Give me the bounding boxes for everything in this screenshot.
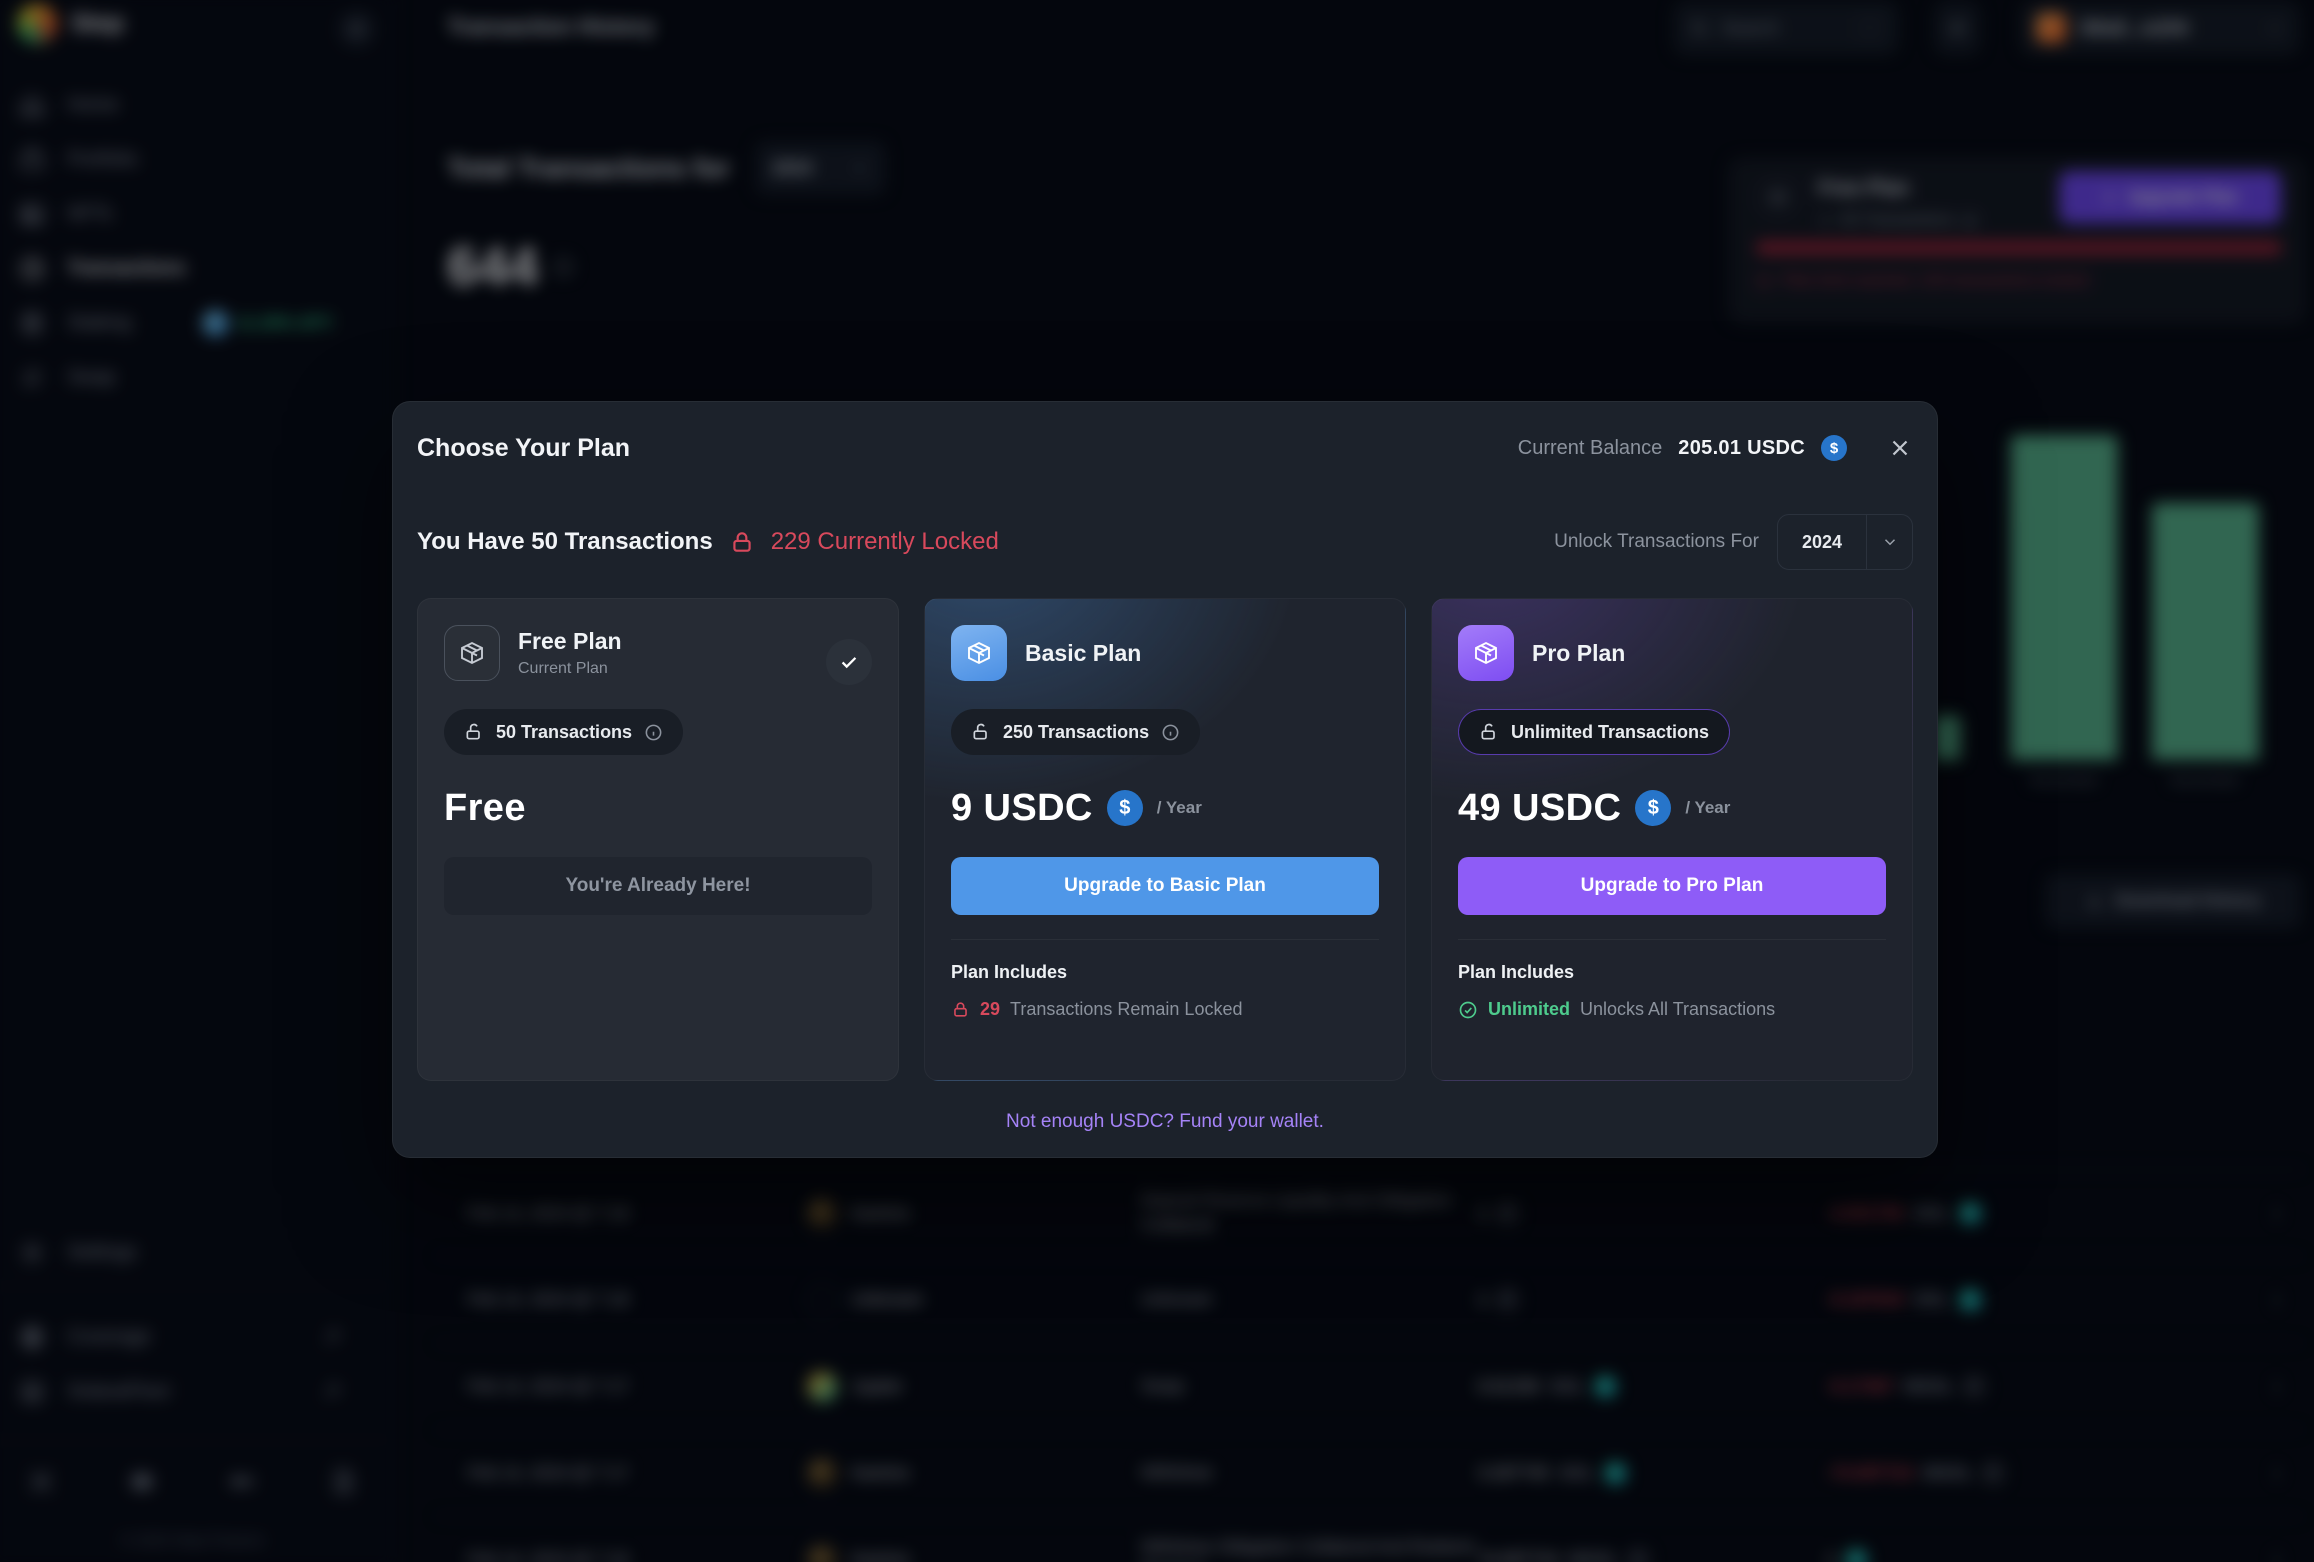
plan-includes-label: Plan Includes	[951, 962, 1379, 983]
modal-title: Choose Your Plan	[417, 434, 630, 463]
plan-price-row: 49 USDC $ / Year	[1458, 785, 1886, 831]
locked-remaining-count: 29	[980, 999, 1000, 1020]
current-balance-label: Current Balance	[1518, 437, 1663, 460]
plan-price-period: / Year	[1157, 798, 1202, 818]
close-icon[interactable]	[1887, 435, 1913, 461]
transactions-owned-text: You Have 50 Transactions	[417, 528, 713, 556]
unlock-year-value: 2024	[1778, 515, 1866, 569]
unlock-year-label: Unlock Transactions For	[1554, 531, 1759, 553]
plan-price-row: 9 USDC $ / Year	[951, 785, 1379, 831]
plan-name: Basic Plan	[1025, 640, 1141, 667]
plan-price: 9 USDC	[951, 787, 1093, 830]
plan-cards: Free Plan Current Plan 50 Transactions	[417, 598, 1913, 1081]
pro-plan-card: Pro Plan Unlimited Transactions 49 USDC …	[1431, 598, 1913, 1081]
steps-logo-icon	[457, 638, 487, 668]
plan-limit-badge: 250 Transactions	[951, 709, 1200, 755]
plan-price: Free	[444, 787, 526, 830]
free-plan-button[interactable]: You're Already Here!	[444, 857, 872, 915]
free-plan-card: Free Plan Current Plan 50 Transactions	[417, 598, 899, 1081]
unlimited-value: Unlimited	[1488, 999, 1570, 1020]
modal-footer: Not enough USDC? Fund your wallet.	[417, 1111, 1913, 1133]
plan-includes-label: Plan Includes	[1458, 962, 1886, 983]
plan-includes-row: 29 Transactions Remain Locked	[951, 999, 1379, 1020]
plan-subtitle: Current Plan	[518, 660, 622, 678]
app-root: Step Home Portfolio NFTs	[0, 0, 2314, 1562]
usdc-coin-icon: $	[1635, 790, 1671, 826]
unlock-icon	[464, 722, 484, 742]
locked-count-text: 229 Currently Locked	[771, 528, 999, 556]
plan-price: 49 USDC	[1458, 787, 1621, 830]
modal-subheader: You Have 50 Transactions 229 Currently L…	[417, 514, 1913, 570]
plan-header: Pro Plan	[1458, 625, 1886, 681]
plan-price-period: / Year	[1685, 798, 1730, 818]
plan-name: Pro Plan	[1532, 640, 1625, 667]
plan-title-block: Free Plan Current Plan	[518, 628, 622, 678]
choose-plan-modal: Choose Your Plan Current Balance 205.01 …	[392, 401, 1938, 1158]
plan-header: Free Plan Current Plan	[444, 625, 872, 681]
free-plan-icon	[444, 625, 500, 681]
unlock-icon	[1479, 722, 1499, 742]
plan-includes-row: Unlimited Unlocks All Transactions	[1458, 999, 1886, 1020]
locked-remaining-text: Transactions Remain Locked	[1010, 999, 1242, 1020]
plan-title-block: Pro Plan	[1532, 640, 1625, 667]
plan-header: Basic Plan	[951, 625, 1379, 681]
upgrade-basic-button[interactable]: Upgrade to Basic Plan	[951, 857, 1379, 915]
upgrade-pro-button[interactable]: Upgrade to Pro Plan	[1458, 857, 1886, 915]
plan-limit-text: Unlimited Transactions	[1511, 722, 1709, 743]
unlock-year-dropdown[interactable]: 2024	[1777, 514, 1913, 570]
steps-logo-icon	[1471, 638, 1501, 668]
plan-limit-badge: 50 Transactions	[444, 709, 683, 755]
unlock-icon	[971, 722, 991, 742]
fund-wallet-link[interactable]: Not enough USDC? Fund your wallet.	[1006, 1111, 1324, 1132]
modal-header-right: Current Balance 205.01 USDC $	[1518, 435, 1913, 461]
info-icon[interactable]	[1161, 723, 1180, 742]
plan-name: Free Plan	[518, 628, 622, 655]
pro-plan-icon	[1458, 625, 1514, 681]
current-plan-check-icon	[826, 639, 872, 685]
plan-price-row: Free	[444, 785, 872, 831]
transactions-status: You Have 50 Transactions 229 Currently L…	[417, 528, 999, 556]
unlimited-text: Unlocks All Transactions	[1580, 999, 1775, 1020]
unlock-year-control: Unlock Transactions For 2024	[1554, 514, 1913, 570]
modal-header: Choose Your Plan Current Balance 205.01 …	[417, 428, 1913, 468]
basic-plan-card: Basic Plan 250 Transactions 9 USDC $ / Y…	[924, 598, 1406, 1081]
steps-logo-icon	[964, 638, 994, 668]
plan-limit-badge: Unlimited Transactions	[1458, 709, 1730, 755]
basic-plan-icon	[951, 625, 1007, 681]
current-balance-value: 205.01 USDC	[1678, 437, 1805, 460]
lock-icon	[729, 529, 755, 555]
info-icon[interactable]	[644, 723, 663, 742]
check-circle-icon	[1458, 1000, 1478, 1020]
plan-includes-section: Plan Includes Unlimited Unlocks All Tran…	[1458, 939, 1886, 1020]
usdc-coin-icon: $	[1107, 790, 1143, 826]
plan-includes-section: Plan Includes 29 Transactions Remain Loc…	[951, 939, 1379, 1020]
usdc-coin-icon: $	[1821, 435, 1847, 461]
plan-limit-text: 50 Transactions	[496, 722, 632, 743]
plan-title-block: Basic Plan	[1025, 640, 1141, 667]
lock-icon	[951, 1000, 970, 1019]
plan-limit-text: 250 Transactions	[1003, 722, 1149, 743]
chevron-down-icon	[1866, 515, 1912, 569]
